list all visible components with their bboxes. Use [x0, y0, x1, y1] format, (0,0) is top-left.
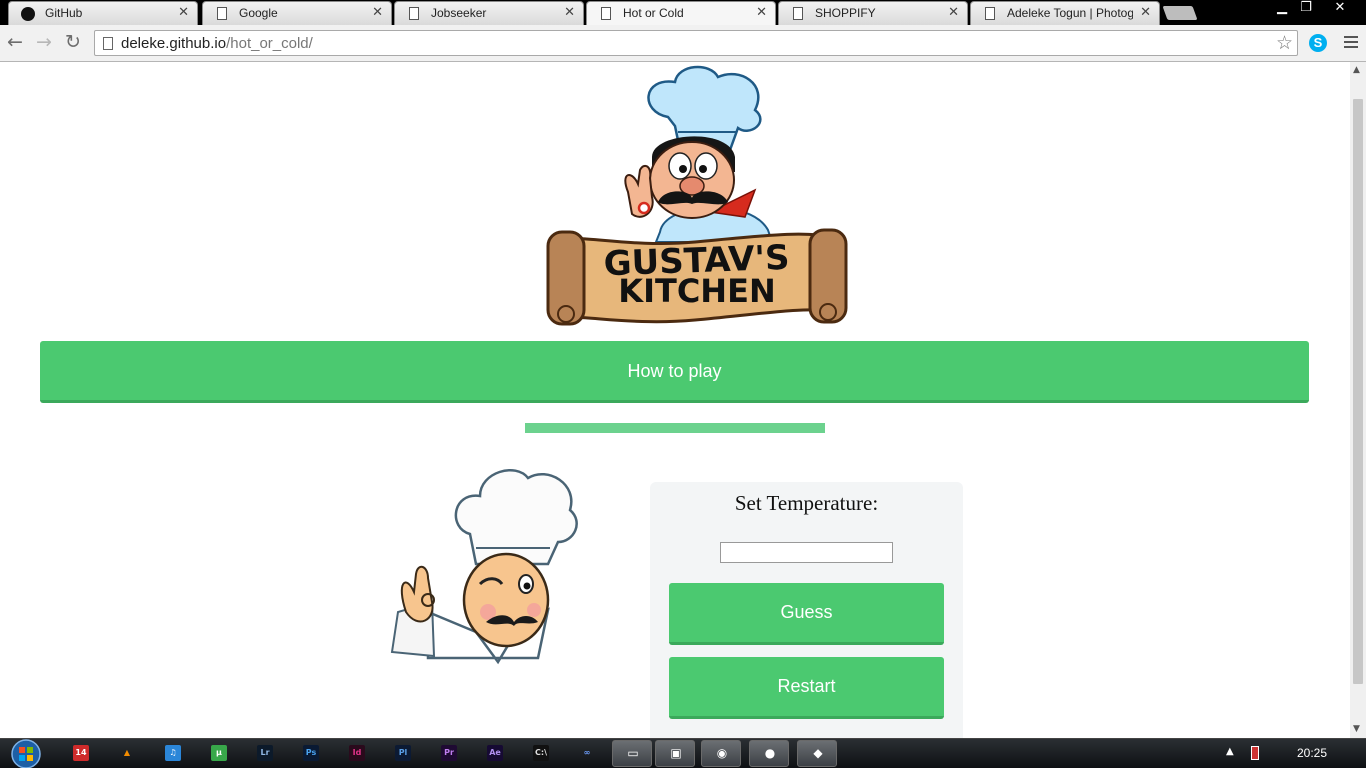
tab-label: Jobseeker: [431, 6, 487, 20]
lightroom-icon[interactable]: Lr: [257, 745, 273, 761]
premiere-icon[interactable]: Pr: [441, 745, 457, 761]
tab-close-icon[interactable]: ✕: [1140, 5, 1151, 20]
prelude-icon[interactable]: Pl: [395, 745, 411, 761]
reload-button[interactable]: ↻: [65, 31, 81, 53]
url-path: /hot_or_cold/: [226, 35, 313, 52]
show-hidden-icons-arrow[interactable]: ▲: [1226, 746, 1234, 757]
scroll-up-arrow-icon[interactable]: ▲: [1353, 65, 1360, 75]
scrollbar-thumb[interactable]: [1353, 99, 1363, 684]
minimize-button[interactable]: ▁: [1269, 0, 1295, 15]
tab-close-icon[interactable]: ✕: [948, 5, 959, 20]
tab-github[interactable]: GitHub ✕: [8, 1, 198, 25]
guess-button[interactable]: Guess: [669, 583, 944, 645]
utorrent-icon[interactable]: µ: [211, 745, 227, 761]
close-window-button[interactable]: ✕: [1327, 0, 1353, 15]
scroll-down-arrow-icon[interactable]: ▼: [1353, 724, 1360, 734]
page-icon: [409, 7, 419, 20]
messenger-icon: ◆: [813, 746, 823, 760]
itunes-icon[interactable]: ♫: [165, 745, 181, 761]
chat-icon: ●: [764, 746, 776, 760]
media-icon: ▣: [670, 746, 682, 760]
indesign-icon[interactable]: Id: [349, 745, 365, 761]
infinity-icon[interactable]: ∞: [579, 745, 595, 761]
messenger-taskbar-button[interactable]: ◆: [797, 740, 837, 767]
progress-fill: [525, 423, 825, 433]
tab-label: SHOPPIFY: [815, 6, 876, 20]
chat-taskbar-button[interactable]: ●: [749, 740, 789, 767]
bookmark-star-icon[interactable]: ☆: [1276, 32, 1293, 54]
tab-close-icon[interactable]: ✕: [178, 5, 189, 20]
tab-adeleke-togun[interactable]: Adeleke Togun | Photogra ✕: [970, 1, 1160, 25]
svg-text:KITCHEN: KITCHEN: [618, 272, 775, 310]
start-button-windows-icon[interactable]: [6, 739, 46, 768]
chrome-taskbar-button[interactable]: ◉: [701, 740, 741, 767]
page-icon: [217, 7, 227, 20]
windows-taskbar: 14 ▲ ♫ µ Lr Ps Id Pl Pr Ae C:\ ∞ ▭ ▣ ◉ ● ◆ ▲ 20:25: [0, 738, 1366, 768]
temperature-panel: Set Temperature: Guess Restart: [650, 482, 963, 738]
temperature-progress-bar: [525, 423, 825, 433]
vlc-icon[interactable]: ▲: [119, 745, 135, 761]
explorer-taskbar-button[interactable]: ▭: [612, 740, 652, 767]
taskbar-clock[interactable]: 20:25: [1297, 746, 1327, 760]
explorer-icon: ▭: [627, 746, 639, 760]
address-bar[interactable]: deleke.github.io/hot_or_cold/ ☆: [94, 30, 1298, 56]
power-icon[interactable]: [1251, 746, 1259, 760]
tab-hot-or-cold[interactable]: Hot or Cold ✕: [586, 1, 776, 25]
tab-label: GitHub: [45, 6, 83, 20]
tab-close-icon[interactable]: ✕: [564, 5, 575, 20]
how-to-play-button[interactable]: How to play: [40, 341, 1309, 403]
tab-google[interactable]: Google ✕: [202, 1, 392, 25]
forward-button[interactable]: →: [36, 31, 52, 53]
tab-label: Adeleke Togun | Photogra: [1007, 6, 1133, 20]
media-taskbar-button[interactable]: ▣: [655, 740, 695, 767]
chrome-menu-icon[interactable]: [1344, 36, 1358, 50]
page-viewport: GUSTAV'S KITCHEN How to play Set Tempera…: [0, 62, 1350, 738]
skype-extension-icon[interactable]: S: [1309, 34, 1327, 52]
chrome-icon: ◉: [716, 746, 728, 760]
page-icon: [601, 7, 611, 20]
temperature-input[interactable]: [720, 542, 893, 563]
tab-shoppify[interactable]: SHOPPIFY ✕: [778, 1, 968, 25]
page-icon: [793, 7, 803, 20]
restore-button[interactable]: ❐: [1293, 0, 1319, 15]
gustavs-kitchen-logo: GUSTAV'S KITCHEN: [546, 65, 848, 326]
browser-toolbar: ← → ↻ deleke.github.io/hot_or_cold/ ☆: [0, 25, 1366, 62]
chef-illustration: [390, 469, 578, 665]
photoshop-icon[interactable]: Ps: [303, 745, 319, 761]
panel-title: Set Temperature:: [734, 491, 879, 515]
tab-close-icon[interactable]: ✕: [372, 5, 383, 20]
github-icon: [21, 7, 35, 21]
tab-jobseeker[interactable]: Jobseeker ✕: [394, 1, 584, 25]
url-host: deleke.github.io: [121, 35, 227, 52]
page-icon: [103, 37, 113, 50]
cmd-icon[interactable]: C:\: [533, 745, 549, 761]
tab-label: Google: [239, 6, 278, 20]
back-button[interactable]: ←: [7, 31, 23, 53]
tab-close-icon[interactable]: ✕: [756, 5, 767, 20]
browser-tabstrip: GitHub ✕ Google ✕ Jobseeker ✕ Hot or Col…: [0, 0, 1366, 25]
new-tab-button[interactable]: [1162, 6, 1198, 20]
badge-14-icon[interactable]: 14: [73, 745, 89, 761]
page-icon: [985, 7, 995, 20]
url-text: deleke.github.io/hot_or_cold/: [121, 35, 313, 52]
tab-label: Hot or Cold: [623, 6, 684, 20]
aftereffects-icon[interactable]: Ae: [487, 745, 503, 761]
vertical-scrollbar[interactable]: ▲ ▼: [1350, 62, 1366, 738]
restart-button[interactable]: Restart: [669, 657, 944, 719]
